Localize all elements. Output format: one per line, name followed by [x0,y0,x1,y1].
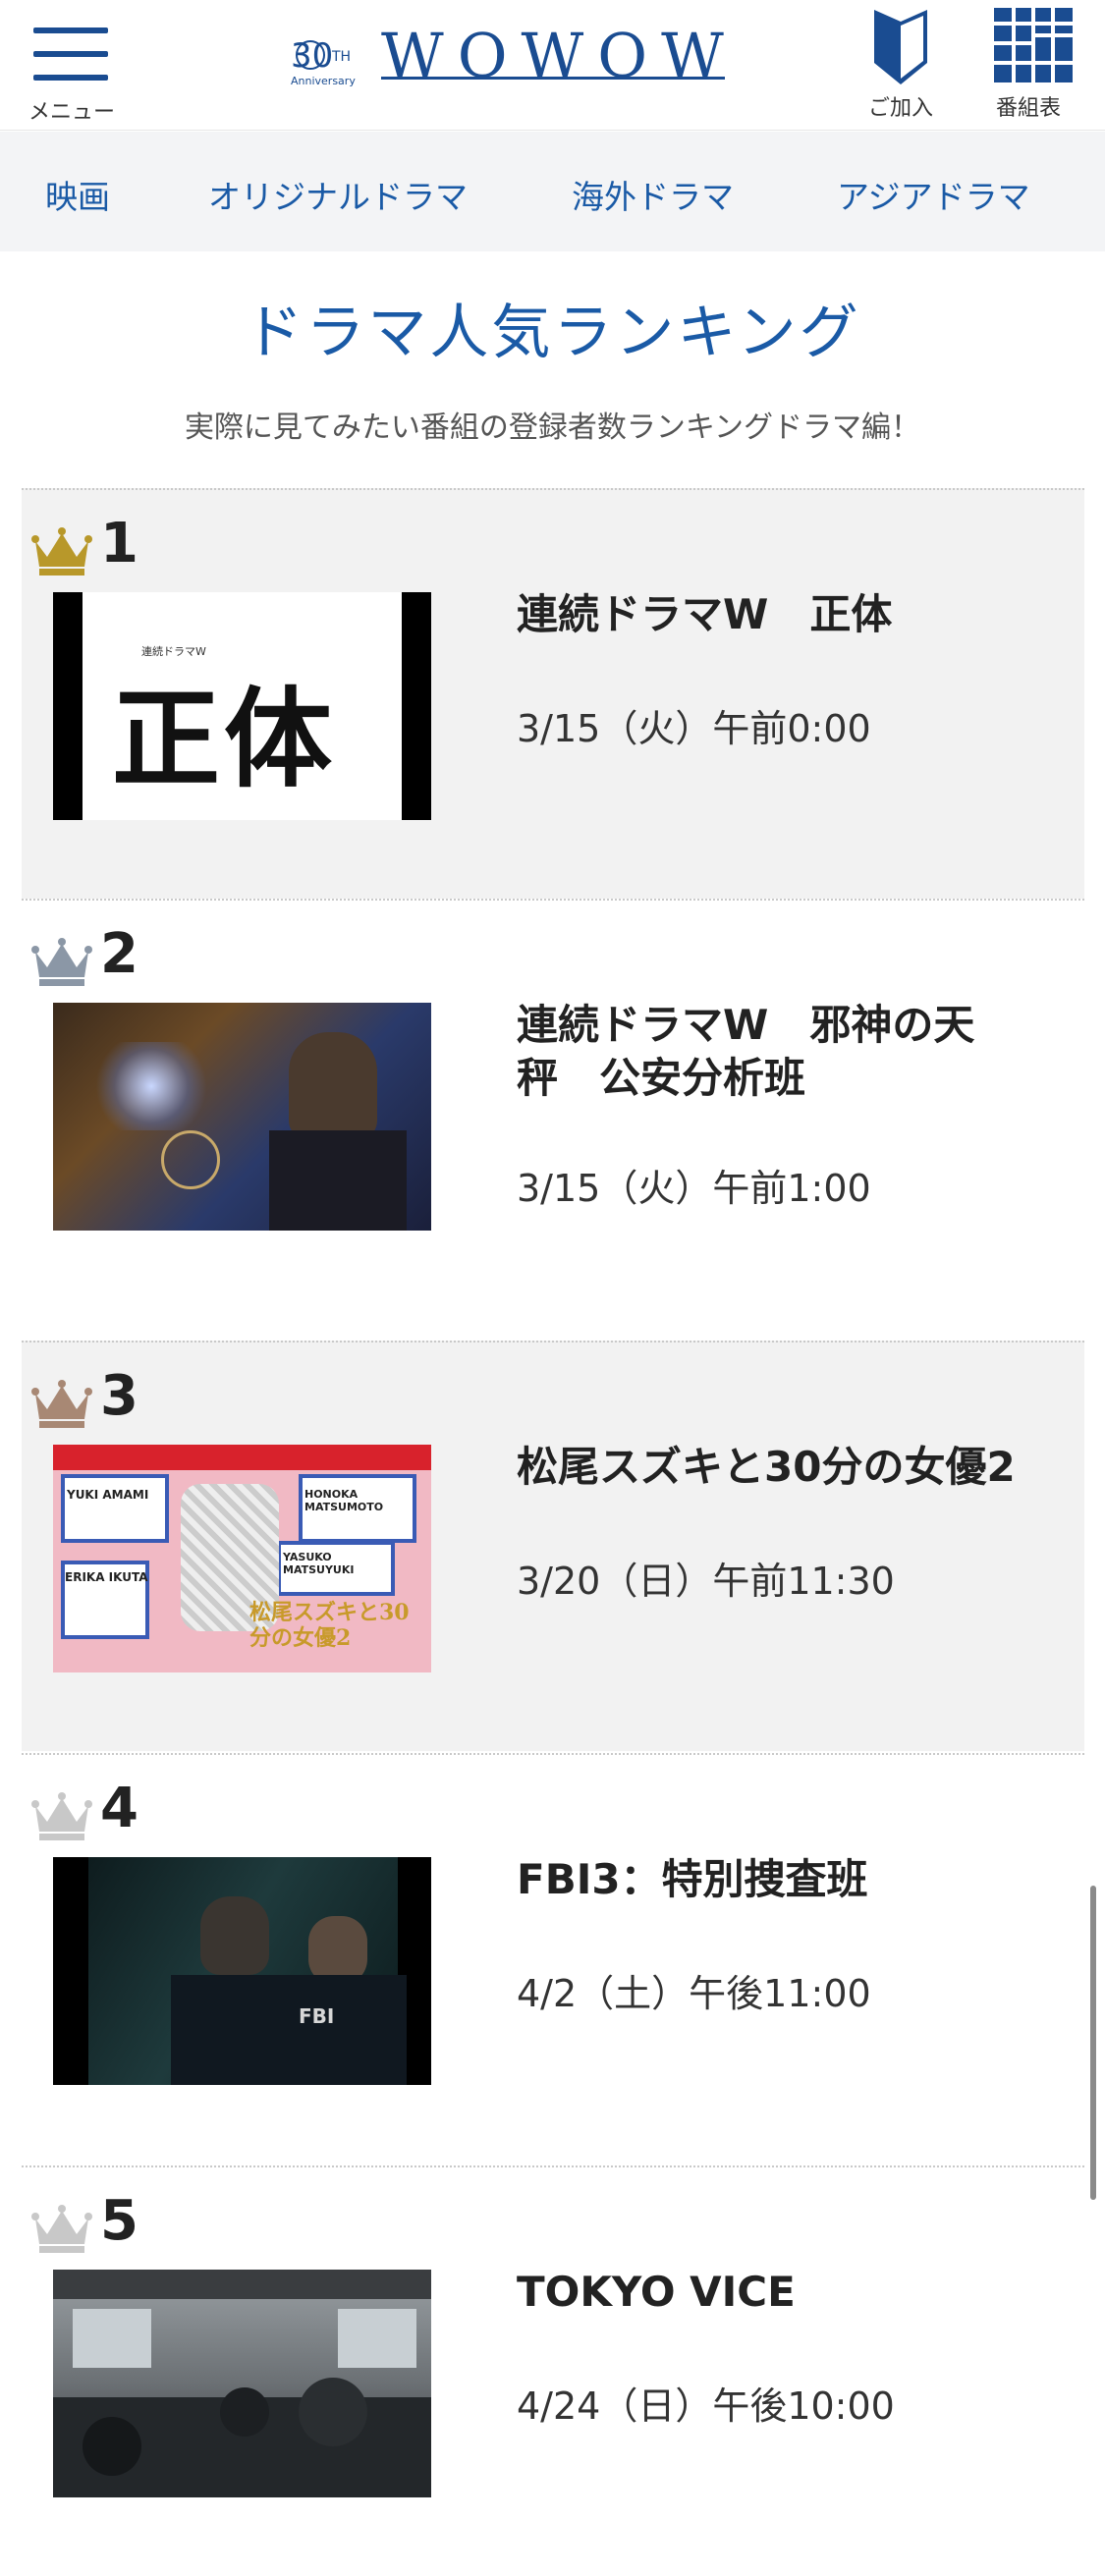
rank-number: 5 [100,2189,138,2253]
page-title: ドラマ人気ランキング [244,299,861,367]
beginner-mark-icon [874,10,927,84]
schedule-button[interactable]: 番組表 [974,8,1082,121]
wowow-logo[interactable]: 30 TH Anniversary WOWOW [283,20,735,98]
rank-number: 2 [100,922,138,986]
category-nav: 映画 オリジナルドラマ 海外ドラマ アジアドラマ [0,132,1105,251]
join-button[interactable]: ご加入 [847,8,955,121]
anniversary-badge-icon: 30 TH Anniversary [291,36,356,87]
program-title[interactable]: 松尾スズキと30分の女優2 [517,1441,1047,1494]
crown-icon [31,2205,92,2253]
ranking-item-1[interactable]: 1 連続ドラマW 正体 連続ドラマW 正体 3/15（火）午前0:00 [22,488,1084,899]
rank-number: 4 [100,1777,138,1840]
app-header: メニュー 30 TH Anniversary WOWOW ご加入 番組表 [0,0,1105,131]
category-original-drama[interactable]: オリジナルドラマ [208,171,468,218]
menu-button[interactable]: メニュー [18,22,126,125]
program-thumbnail[interactable]: YUKI AMAMI HONOKA MATSUMOTO ERIKA IKUTA … [53,1445,431,1672]
page-subtitle: 実際に見てみたい番組の登録者数ランキングドラマ編！ [184,411,921,445]
program-thumbnail[interactable]: 連続ドラマW 正体 [53,592,431,820]
program-thumbnail[interactable]: FBI [53,1857,431,2085]
gold-crown-icon [31,527,92,575]
svg-text:Anniversary: Anniversary [291,75,356,87]
hamburger-icon [33,27,108,86]
logo-underline [381,77,725,80]
crown-icon [31,1792,92,1840]
program-title[interactable]: FBI3：特別捜査班 [517,1853,1047,1906]
ranking-item-2[interactable]: 2 連続ドラマW 邪神の天 秤 公安分析班 3/15（火）午前1:00 [22,899,1084,1309]
program-airtime: 3/15（火）午前0:00 [517,707,871,750]
program-thumbnail[interactable] [53,2270,431,2497]
program-title[interactable]: 連続ドラマW 邪神の天 秤 公安分析班 [517,999,1047,1105]
program-title[interactable]: 連続ドラマW 正体 [517,588,1047,641]
category-movies[interactable]: 映画 [45,171,110,218]
program-airtime: 3/15（火）午前1:00 [517,1167,871,1210]
join-label: ご加入 [867,96,933,121]
schedule-grid-icon [994,8,1073,82]
ranking-item-3[interactable]: 3 YUKI AMAMI HONOKA MATSUMOTO ERIKA IKUT… [22,1341,1084,1751]
scrollbar[interactable] [1090,1886,1096,2200]
menu-label: メニュー [28,100,115,125]
ranking-item-4[interactable]: 4 FBI FBI3：特別捜査班 4/2（土）午後11:00 [22,1753,1084,2164]
ranking-item-5[interactable]: 5 TOKYO VICE 4/24（日）午後10:00 [22,2165,1084,2576]
program-title[interactable]: TOKYO VICE [517,2266,1047,2319]
category-overseas-drama[interactable]: 海外ドラマ [572,171,734,218]
rank-number: 1 [100,512,138,575]
silver-crown-icon [31,938,92,986]
rank-number: 3 [100,1364,138,1428]
program-thumbnail[interactable] [53,1003,431,1231]
svg-text:TH: TH [331,49,351,65]
category-asia-drama[interactable]: アジアドラマ [837,171,1030,218]
schedule-label: 番組表 [995,96,1061,121]
program-airtime: 3/20（日）午前11:30 [517,1560,895,1603]
program-airtime: 4/2（土）午後11:00 [517,1972,871,2015]
bronze-crown-icon [31,1380,92,1428]
program-airtime: 4/24（日）午後10:00 [517,2384,895,2428]
logo-wordmark: WOWOW [381,20,738,91]
